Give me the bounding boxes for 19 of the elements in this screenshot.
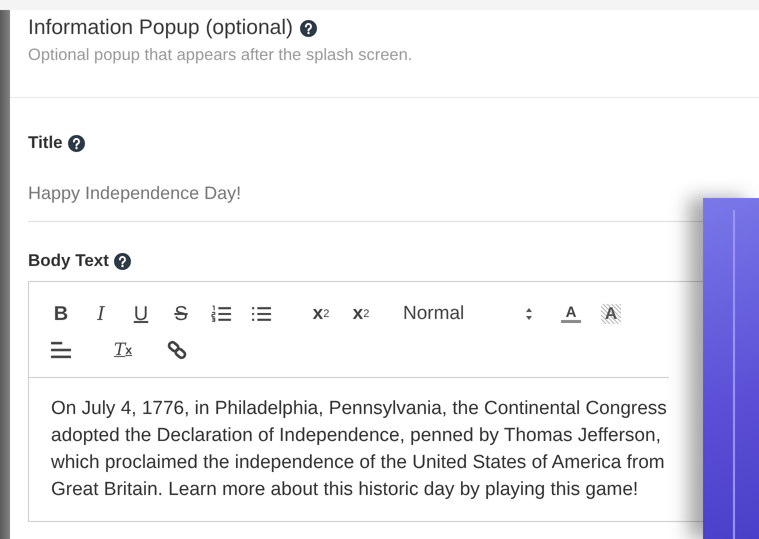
size-select[interactable]: Normal (403, 300, 533, 328)
text-color-button[interactable]: A (561, 305, 581, 323)
help-icon[interactable] (68, 134, 85, 152)
help-icon[interactable] (114, 252, 131, 270)
field-label: Title (28, 133, 63, 153)
underline-button[interactable]: U (131, 300, 151, 328)
title-field[interactable]: Happy Independence Day! (28, 182, 703, 222)
bold-button[interactable]: B (51, 300, 71, 328)
italic-button[interactable]: I (91, 300, 111, 328)
section-description: Optional popup that appears after the splash screen. (28, 46, 414, 65)
highlight-button[interactable]: A (601, 304, 621, 324)
section-title: Information Popup (optional) (28, 16, 293, 40)
rich-text-editor[interactable] (28, 281, 703, 522)
help-icon[interactable] (300, 20, 317, 36)
superscript-button[interactable]: x$^{2}$ (351, 300, 371, 328)
strikethrough-button[interactable]: S (171, 300, 191, 328)
body-text: On July 4, 1776, in Philadelphia, Pennsylvania, the Continental Congress adopted the Declaration of Independence, penned by Thomas Jefferson, which proclaimed the independence of the United States of America from Great Britain. Learn more about this historic day by playing this game! (50, 397, 668, 502)
dropdown-arrows-icon (525, 307, 533, 321)
field-label: Body Text (28, 251, 109, 271)
